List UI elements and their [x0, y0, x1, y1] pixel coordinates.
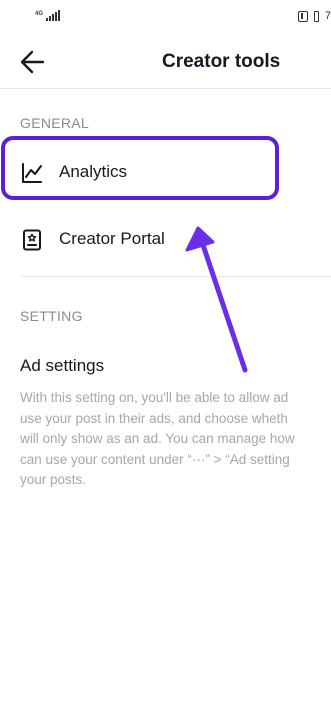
creator-portal-label: Creator Portal	[59, 229, 165, 248]
section-divider	[20, 276, 331, 277]
status-bar: 4G 7	[0, 0, 331, 34]
battery-level: 7	[324, 10, 331, 22]
creator-portal-icon	[23, 229, 41, 251]
analytics-label: Analytics	[59, 162, 128, 181]
section-label-general: GENERAL	[20, 115, 90, 131]
ad-description-line: your posts.	[20, 472, 87, 487]
section-label-setting: SETTING	[20, 308, 83, 324]
creator-portal-row[interactable]: Creator Portal	[0, 213, 331, 265]
page-title: Creator tools	[162, 51, 281, 72]
ad-settings-description: With this setting on, you'll be able to …	[20, 388, 331, 491]
network-type: 4G	[35, 11, 44, 17]
pointer-arrow-annotation	[185, 226, 248, 373]
header: Creator tools	[0, 34, 331, 88]
status-icons: 7	[297, 10, 331, 22]
back-button[interactable]	[18, 48, 48, 76]
ad-description-line: can use your content under “···” > “Ad s…	[20, 451, 290, 467]
ad-description-line: With this setting on, you'll be able to …	[20, 390, 289, 405]
analytics-row[interactable]: Analytics	[0, 146, 331, 198]
signal-indicator: 4G	[35, 9, 61, 21]
vibrate-icon	[311, 10, 322, 22]
header-divider	[0, 88, 331, 89]
ad-description-line: use your post in their ads, and choose w…	[20, 410, 288, 426]
analytics-chart-icon	[22, 163, 42, 183]
signal-bars-icon	[46, 9, 61, 21]
back-arrow-icon	[20, 50, 45, 74]
ad-settings-title[interactable]: Ad settings	[20, 356, 104, 376]
ad-description-line: will only show as an ad. You can manage …	[20, 431, 295, 446]
nfc-icon	[297, 10, 308, 22]
